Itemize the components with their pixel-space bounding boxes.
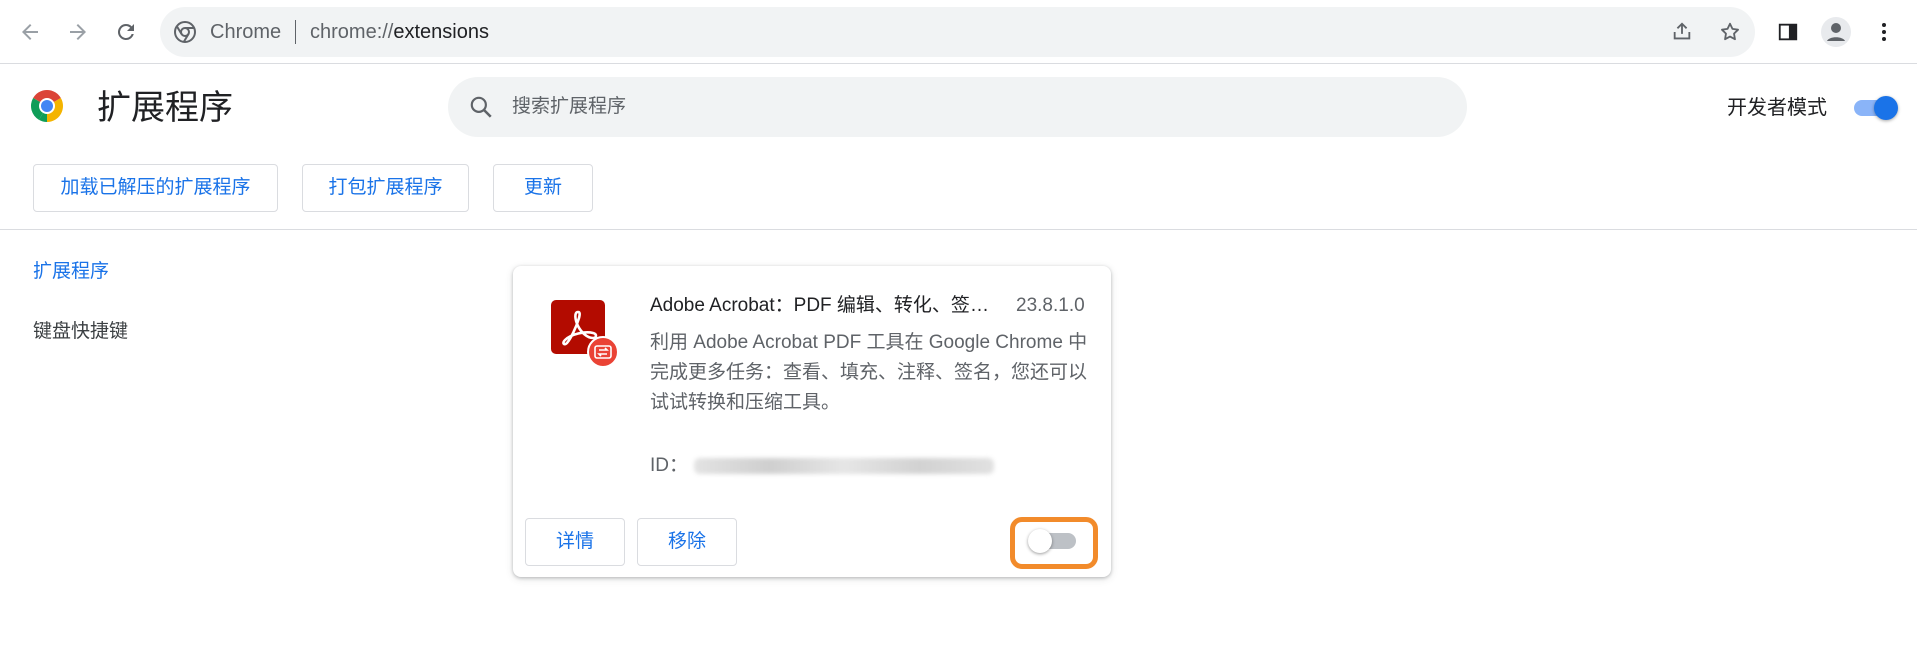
search-input[interactable] [512, 89, 1442, 125]
extension-enable-toggle[interactable] [1028, 529, 1078, 553]
extension-name: Adobe Acrobat：PDF 编辑、转化、签名工具 [650, 295, 1000, 316]
remove-button[interactable]: 移除 [637, 518, 737, 566]
chrome-logo-icon [29, 88, 65, 124]
toggle-knob [1874, 96, 1898, 120]
developer-mode-label: 开发者模式 [1727, 97, 1827, 119]
share-icon[interactable] [1666, 16, 1698, 48]
bookmark-star-icon[interactable] [1714, 16, 1746, 48]
omnibox-scheme-label: Chrome [210, 21, 282, 43]
page-title: 扩展程序 [97, 89, 233, 127]
pack-extension-button[interactable]: 打包扩展程序 [302, 164, 469, 212]
profile-icon[interactable] [1816, 12, 1856, 52]
header-divider [0, 229, 1917, 230]
extension-card: Adobe Acrobat：PDF 编辑、转化、签名工具 23.8.1.0 利用… [513, 266, 1111, 577]
details-button[interactable]: 详情 [525, 518, 625, 566]
sidebar-item-keyboard-shortcuts[interactable]: 键盘快捷键 [33, 320, 128, 344]
forward-icon[interactable] [58, 12, 98, 52]
extension-description: 利用 Adobe Acrobat PDF 工具在 Google Chrome 中… [650, 332, 1088, 413]
extension-id-label: ID： [650, 455, 689, 476]
omnibox-divider [295, 20, 296, 44]
extension-search-box[interactable] [448, 77, 1467, 137]
address-bar[interactable]: Chrome chrome://extensions [160, 7, 1755, 57]
extension-id: ID： [650, 454, 995, 478]
search-icon [468, 94, 494, 120]
load-unpacked-button[interactable]: 加载已解压的扩展程序 [33, 164, 278, 212]
url-host: extensions [393, 21, 489, 43]
extension-version: 23.8.1.0 [1016, 295, 1085, 316]
browser-toolbar: Chrome chrome://extensions [0, 0, 1917, 64]
menu-icon[interactable] [1864, 12, 1904, 52]
chrome-site-icon [173, 20, 197, 44]
back-icon[interactable] [10, 12, 50, 52]
extension-id-redacted [694, 457, 995, 474]
side-panel-icon[interactable] [1768, 12, 1808, 52]
update-button[interactable]: 更新 [493, 164, 593, 212]
sidebar-item-extensions[interactable]: 扩展程序 [33, 260, 109, 284]
url-prefix: chrome:// [310, 21, 394, 43]
convert-badge-icon [587, 336, 619, 368]
omnibox-url[interactable]: chrome://extensions [310, 20, 489, 44]
toggle-knob [1028, 529, 1052, 553]
reload-icon[interactable] [106, 12, 146, 52]
developer-mode-toggle[interactable] [1852, 96, 1898, 120]
adobe-acrobat-icon [551, 300, 619, 368]
